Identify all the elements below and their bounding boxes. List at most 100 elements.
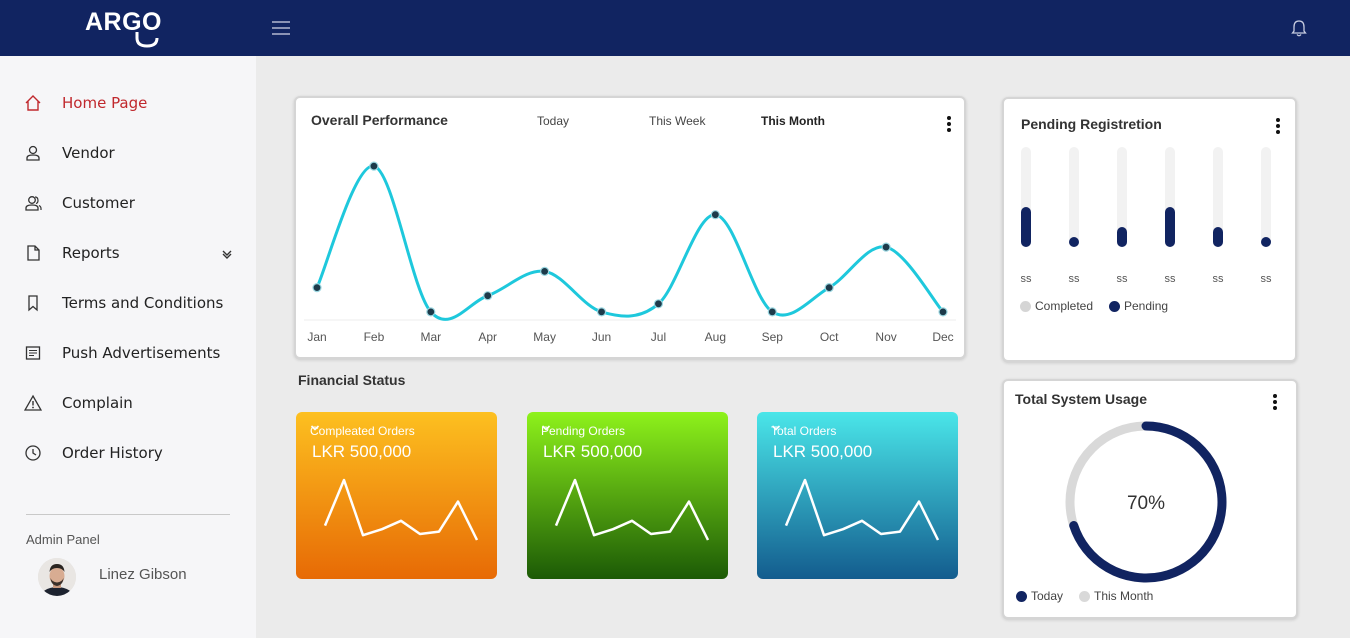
sidebar-item-label: Terms and Conditions: [62, 294, 224, 312]
menu-icon[interactable]: [270, 18, 292, 38]
legend-pending: Pending: [1109, 299, 1168, 313]
legend-dot: [1109, 300, 1120, 312]
sparkline-path: [554, 478, 710, 541]
chevron-down-icon: [310, 425, 320, 431]
data-point: [426, 307, 436, 317]
clock-icon: [25, 445, 41, 461]
sidebar-item-label: Complain: [62, 394, 133, 412]
legend-label: Pending: [1124, 299, 1169, 313]
sidebar: Home Page Vendor Customer Reports Terms …: [0, 56, 256, 638]
performance-series-line: [315, 164, 945, 321]
bar-completed: [1117, 147, 1127, 247]
bar-category-label: ss: [1020, 273, 1032, 285]
sidebar-item-label: Order History: [62, 444, 163, 462]
avatar-image: [38, 558, 76, 596]
stat-label: Pending Orders: [541, 424, 626, 438]
bar-completed: [1021, 147, 1031, 247]
sidebar-item-label: Vendor: [62, 144, 115, 162]
bar-pending: [1021, 207, 1031, 247]
card-title: Pending Registretion: [1021, 116, 1162, 132]
home-icon: [25, 95, 41, 111]
performance-line-chart: Jan Feb Mar Apr May Jun Jul Aug Sep Oct Nov Dec: [304, 161, 956, 344]
data-point: [881, 242, 891, 252]
sidebar-item-order-history[interactable]: Order History: [0, 433, 256, 473]
avatar[interactable]: [38, 558, 76, 596]
data-point: [824, 283, 834, 293]
legend-label: Completed: [1035, 299, 1094, 313]
user-name: Linez Gibson: [99, 566, 187, 583]
chevron-down-icon: [541, 425, 551, 431]
usage-donut-chart: 70%: [1065, 421, 1227, 583]
bar-category-label: ss: [1212, 273, 1224, 285]
total-orders-card: Total Orders LKR 500,000: [757, 412, 958, 579]
x-tick-label: Aug: [705, 330, 726, 344]
pending-registration-card: Pending Registretion ss ss ss ss ss ss Comple…: [1002, 97, 1297, 362]
sparkline-path: [784, 478, 940, 541]
chevron-down-icon: [771, 425, 781, 431]
bar-pending: [1165, 207, 1175, 247]
sidebar-item-reports[interactable]: Reports: [0, 233, 256, 273]
x-tick-label: Feb: [364, 330, 385, 344]
sidebar-item-label: Push Advertisements: [62, 344, 221, 362]
sidebar-item-push-advertisements[interactable]: Push Advertisements: [0, 333, 256, 373]
legend-label: Today: [1031, 589, 1064, 603]
data-point: [767, 307, 777, 317]
bell-icon[interactable]: [1289, 18, 1309, 38]
top-bar: ARGO: [0, 0, 1350, 56]
data-point: [483, 291, 493, 301]
x-tick-label: Mar: [420, 330, 441, 344]
bar-category-label: ss: [1260, 273, 1272, 285]
bar-category-label: ss: [1068, 273, 1080, 285]
bar-completed: [1261, 147, 1271, 247]
legend-this-month: This Month: [1079, 589, 1153, 603]
bar-pending: [1117, 227, 1127, 247]
completed-orders-dropdown[interactable]: Compleated Orders: [310, 424, 415, 438]
legend-completed: Completed: [1020, 299, 1093, 313]
legend-dot: [1016, 590, 1027, 602]
data-point: [710, 210, 720, 220]
user-icon: [26, 145, 40, 161]
data-point: [596, 307, 607, 317]
sidebar-item-label: Home Page: [62, 94, 148, 112]
total-orders-dropdown[interactable]: Total Orders: [771, 424, 836, 438]
bar-pending: [1069, 237, 1079, 247]
argo-logo[interactable]: ARGO: [85, 8, 175, 50]
stat-label: Compleated Orders: [310, 424, 415, 438]
sidebar-item-complain[interactable]: Complain: [0, 383, 256, 423]
bar-pending: [1213, 227, 1223, 247]
bar-completed: [1069, 147, 1079, 247]
document-icon: [27, 245, 40, 261]
newspaper-icon: [25, 346, 41, 360]
bar-completed: [1165, 147, 1175, 247]
x-tick-label: Jul: [651, 330, 666, 344]
x-tick-label: Dec: [932, 330, 953, 344]
bookmark-icon: [28, 295, 38, 312]
sidebar-item-customer[interactable]: Customer: [0, 183, 256, 223]
completed-orders-card: Compleated Orders LKR 500,000: [296, 412, 497, 579]
sidebar-item-label: Customer: [62, 194, 135, 212]
chevron-down-icon[interactable]: [221, 249, 233, 259]
legend-dot: [1079, 590, 1090, 602]
sidebar-item-home-page[interactable]: Home Page: [0, 83, 256, 123]
data-point: [369, 161, 379, 171]
logo-smile-icon: [135, 32, 159, 48]
x-tick-label: May: [533, 330, 556, 344]
legend-dot: [1020, 300, 1031, 312]
legend-today: Today: [1016, 589, 1063, 603]
total-system-usage-card: Total System Usage 70% Today This Month: [1002, 379, 1298, 619]
pending-orders-card: Pending Orders LKR 500,000: [527, 412, 728, 579]
more-options-icon[interactable]: [1275, 118, 1281, 134]
stat-value: LKR 500,000: [312, 442, 412, 461]
x-tick-label: Oct: [820, 330, 839, 344]
x-tick-label: Sep: [762, 330, 784, 344]
admin-panel-label: Admin Panel: [26, 532, 100, 547]
financial-status-title: Financial Status: [298, 372, 406, 388]
sidebar-item-terms-and-conditions[interactable]: Terms and Conditions: [0, 283, 256, 323]
warning-icon: [24, 394, 42, 411]
x-tick-label: Nov: [875, 330, 896, 344]
stat-value: LKR 500,000: [773, 442, 873, 461]
x-tick-label: Jun: [592, 330, 611, 344]
sidebar-item-vendor[interactable]: Vendor: [0, 133, 256, 173]
pending-orders-dropdown[interactable]: Pending Orders: [541, 424, 625, 438]
donut-center-label: 70%: [1127, 493, 1165, 514]
